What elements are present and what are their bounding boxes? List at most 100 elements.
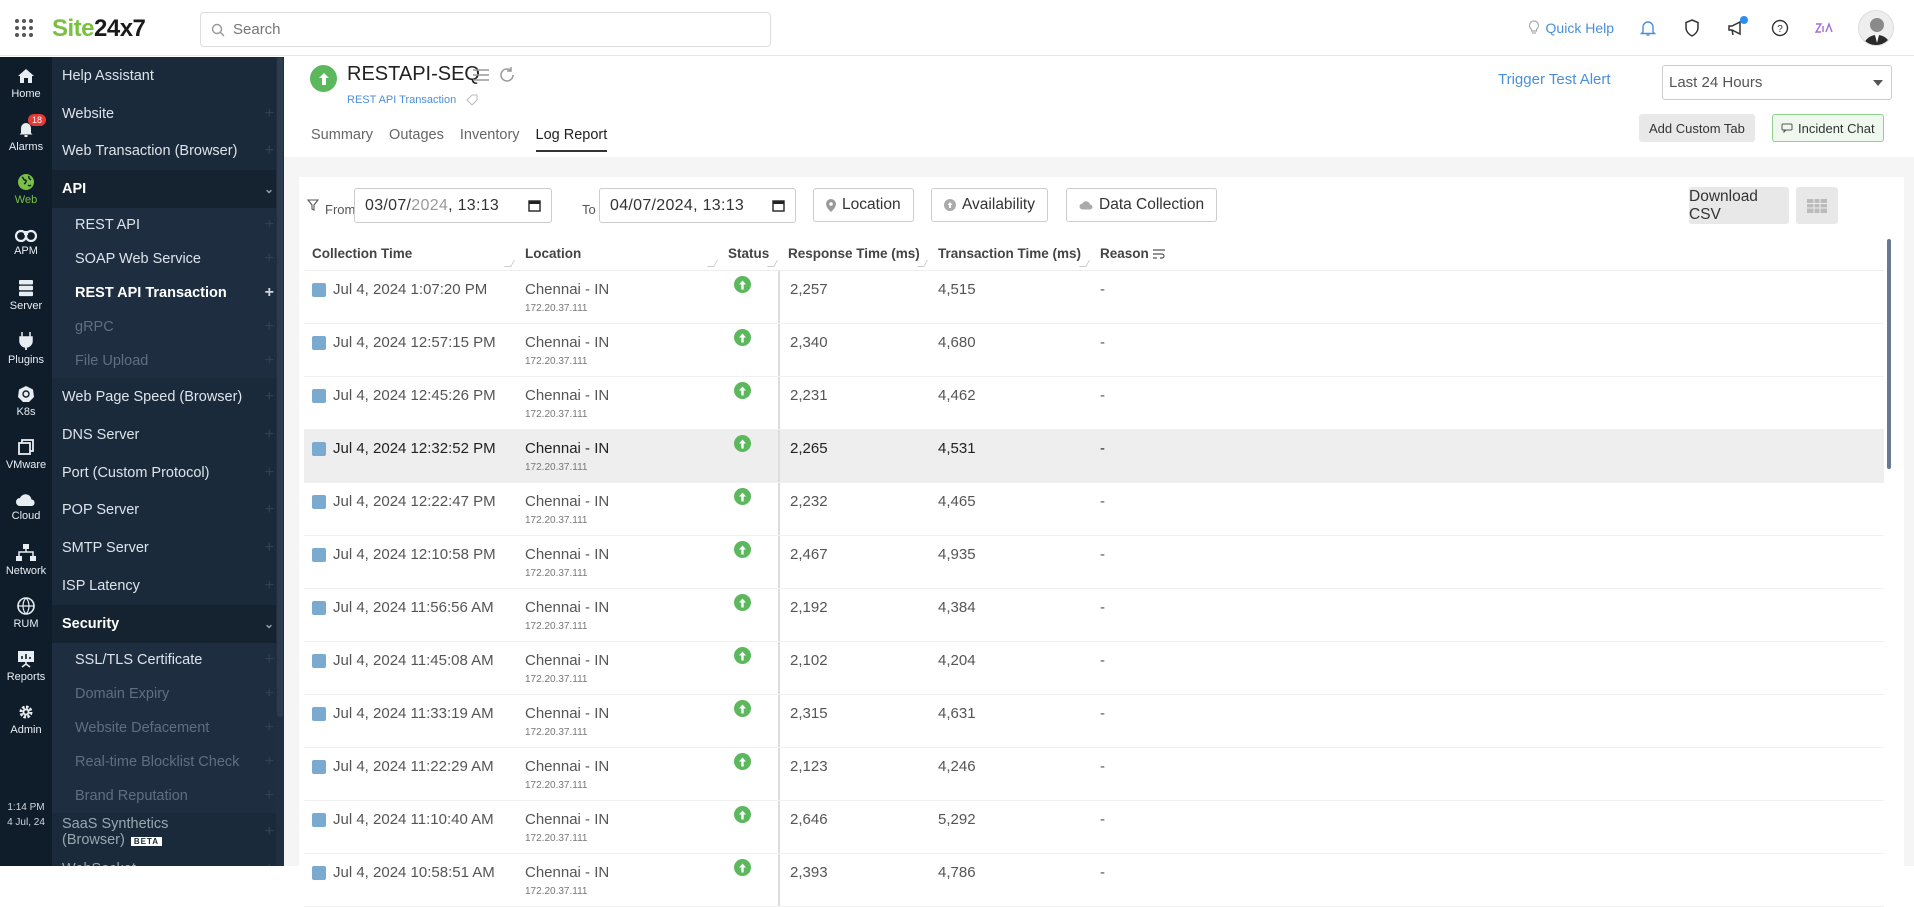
add-monitor-plus-icon[interactable]: + — [265, 577, 274, 595]
nav-item-smtp-server[interactable]: SMTP Server + — [52, 529, 284, 568]
nav-item-soap-web-service[interactable]: SOAP Web Service + — [52, 242, 284, 277]
add-monitor-plus-icon[interactable]: + — [265, 352, 274, 370]
calendar-icon[interactable] — [772, 199, 785, 212]
add-monitor-plus-icon[interactable]: + — [265, 719, 274, 737]
nav-item-brand-reputation[interactable]: Brand Reputation + — [52, 778, 284, 813]
tab-log-report[interactable]: Log Report — [535, 127, 608, 152]
filter-icon[interactable] — [307, 199, 319, 211]
rail-item-web[interactable]: Web — [0, 163, 52, 216]
add-monitor-plus-icon[interactable]: + — [265, 539, 274, 557]
add-monitor-plus-icon[interactable]: + — [265, 318, 274, 336]
nav-item-port-custom-protocol[interactable]: Port (Custom Protocol) + — [52, 453, 284, 492]
tag-icon[interactable] — [466, 94, 478, 106]
site24x7-logo[interactable]: Site24x7 — [52, 15, 146, 43]
table-row[interactable]: Jul 4, 2024 12:10:58 PM Chennai - IN 172.2… — [304, 536, 1884, 589]
trigger-test-alert-link[interactable]: Trigger Test Alert — [1498, 71, 1611, 88]
rail-item-network[interactable]: Network — [0, 534, 52, 587]
nav-item-website[interactable]: Website + — [52, 94, 284, 133]
nav-item-web-page-speed-browser[interactable]: Web Page Speed (Browser) + — [52, 378, 284, 416]
refresh-icon[interactable] — [498, 66, 516, 84]
table-row[interactable]: Jul 4, 2024 12:32:52 PM Chennai - IN 172.2… — [304, 430, 1884, 483]
rail-item-server[interactable]: Server — [0, 269, 52, 322]
table-row[interactable]: Jul 4, 2024 10:58:51 AM Chennai - IN 172.2… — [304, 854, 1884, 907]
zia-icon[interactable] — [1814, 18, 1834, 38]
table-row[interactable]: Jul 4, 2024 11:22:29 AM Chennai - IN 172.2… — [304, 748, 1884, 801]
nav-item-rest-api-transaction[interactable]: REST API Transaction + — [52, 276, 284, 311]
add-monitor-plus-icon[interactable]: + — [265, 860, 274, 866]
add-monitor-plus-icon[interactable]: + — [265, 464, 274, 482]
add-monitor-plus-icon[interactable]: + — [265, 216, 274, 234]
chevron-down-icon[interactable]: ⌄ — [264, 617, 274, 631]
announcements-megaphone-icon[interactable] — [1726, 16, 1748, 38]
table-row[interactable]: Jul 4, 2024 11:45:08 AM Chennai - IN 172.2… — [304, 642, 1884, 695]
column-header-response-time-ms[interactable]: Response Time (ms) — [780, 237, 930, 271]
add-monitor-plus-icon[interactable]: + — [265, 388, 274, 406]
add-monitor-plus-icon[interactable]: + — [265, 142, 274, 160]
monitor-type-link[interactable]: REST API Transaction — [347, 94, 456, 106]
add-monitor-plus-icon[interactable]: + — [265, 823, 274, 841]
rail-item-k8s[interactable]: K8s — [0, 375, 52, 428]
time-period-select[interactable]: Last 24 Hours — [1662, 65, 1892, 100]
add-monitor-plus-icon[interactable]: + — [265, 284, 274, 302]
add-custom-tab-button[interactable]: Add Custom Tab — [1639, 114, 1755, 142]
app-grid-icon[interactable] — [15, 19, 33, 37]
table-row[interactable]: Jul 4, 2024 12:57:15 PM Chennai - IN 172.2… — [304, 324, 1884, 377]
nav-item-isp-latency[interactable]: ISP Latency + — [52, 567, 284, 605]
nav-item-pop-server[interactable]: POP Server + — [52, 491, 284, 530]
table-row[interactable]: Jul 4, 2024 12:22:47 PM Chennai - IN 172.2… — [304, 483, 1884, 536]
nav-item-grpc[interactable]: gRPC + — [52, 310, 284, 345]
availability-filter-button[interactable]: Availability — [931, 188, 1048, 222]
incident-chat-button[interactable]: Incident Chat — [1772, 114, 1884, 142]
nav-item-security[interactable]: Security ⌄ — [52, 604, 284, 643]
rail-item-admin[interactable]: Admin — [0, 693, 52, 746]
nav-item-file-upload[interactable]: File Upload + — [52, 344, 284, 379]
rail-item-home[interactable]: Home — [0, 57, 52, 110]
tab-summary[interactable]: Summary — [311, 127, 373, 152]
nav-item-domain-expiry[interactable]: Domain Expiry + — [52, 676, 284, 711]
from-datetime-input[interactable]: 03/07/2024, 13:13 — [354, 188, 552, 223]
search-box[interactable] — [200, 12, 771, 47]
rail-item-rum[interactable]: RUM — [0, 587, 52, 640]
search-input[interactable] — [233, 21, 737, 38]
notifications-bell-icon[interactable] — [1638, 18, 1658, 38]
nav-item-web-transaction-browser[interactable]: Web Transaction (Browser) + — [52, 132, 284, 171]
add-monitor-plus-icon[interactable]: + — [265, 685, 274, 703]
column-header-reason[interactable]: Reason — [1092, 237, 1884, 271]
add-monitor-plus-icon[interactable]: + — [265, 651, 274, 669]
rail-item-reports[interactable]: Reports — [0, 640, 52, 693]
add-monitor-plus-icon[interactable]: + — [265, 105, 274, 123]
table-row[interactable]: Jul 4, 2024 1:07:20 PM Chennai - IN 172.20… — [304, 271, 1884, 324]
column-header-location[interactable]: Location — [517, 237, 720, 271]
column-settings-button[interactable] — [1796, 187, 1838, 224]
table-row[interactable]: Jul 4, 2024 12:45:26 PM Chennai - IN 172.2… — [304, 377, 1884, 430]
calendar-icon[interactable] — [528, 199, 541, 212]
location-filter-button[interactable]: Location — [813, 188, 914, 222]
table-row[interactable]: Jul 4, 2024 11:10:40 AM Chennai - IN 172.2… — [304, 801, 1884, 854]
rail-item-cloud[interactable]: Cloud — [0, 481, 52, 534]
nav-item-api[interactable]: API ⌄ — [52, 170, 284, 209]
chevron-down-icon[interactable]: ⌄ — [264, 182, 274, 196]
nav-item-dns-server[interactable]: DNS Server + — [52, 415, 284, 454]
nav-item-saas-synthetics-browser[interactable]: SaaS Synthetics (Browser) BETA + — [52, 812, 284, 851]
nav-item-help-assistant[interactable]: Help Assistant — [52, 57, 284, 95]
column-header-transaction-time-ms[interactable]: Transaction Time (ms) — [930, 237, 1092, 271]
tab-outages[interactable]: Outages — [389, 127, 444, 152]
add-monitor-plus-icon[interactable]: + — [265, 250, 274, 268]
nav-item-rest-api[interactable]: REST API + — [52, 208, 284, 243]
to-datetime-input[interactable]: 04/07/2024, 13:13 — [599, 188, 796, 223]
column-header-collection-time[interactable]: Collection Time — [304, 237, 517, 271]
rail-item-apm[interactable]: APM — [0, 216, 52, 269]
table-row[interactable]: Jul 4, 2024 11:56:56 AM Chennai - IN 172.2… — [304, 589, 1884, 642]
rail-item-vmware[interactable]: VMware — [0, 428, 52, 481]
nav-item-ssl-tls-certificate[interactable]: SSL/TLS Certificate + — [52, 642, 284, 677]
table-scrollbar[interactable] — [1887, 239, 1891, 469]
quick-help-link[interactable]: Quick Help — [1528, 20, 1614, 36]
help-icon[interactable]: ? — [1770, 18, 1790, 38]
rail-item-plugins[interactable]: Plugins — [0, 322, 52, 375]
column-resize-handle[interactable] — [503, 259, 516, 267]
nav-item-real-time-blocklist-check[interactable]: Real-time Blocklist Check + — [52, 744, 284, 779]
nav-item-websocket[interactable]: WebSocket + — [52, 850, 284, 866]
shield-icon[interactable] — [1682, 18, 1702, 38]
tab-inventory[interactable]: Inventory — [460, 127, 520, 152]
download-csv-button[interactable]: Download CSV — [1689, 187, 1789, 224]
